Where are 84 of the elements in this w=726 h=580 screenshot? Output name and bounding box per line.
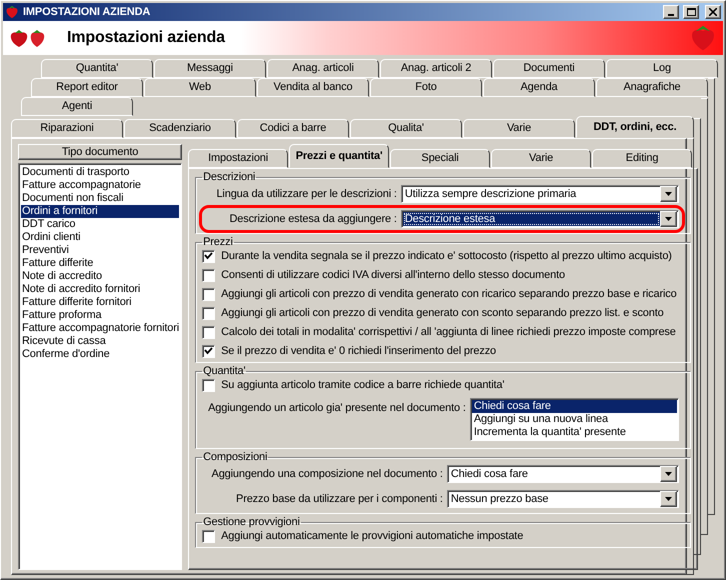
checkbox-option[interactable]: Calcolo dei totali in modalita' corrispettivi / all 'aggiunta di linee richiedi prezzo imposte comprese: [202, 324, 682, 340]
group-title: Gestione provvigioni: [202, 516, 301, 528]
list-item[interactable]: Preventivi: [21, 244, 180, 257]
settings-tab[interactable]: Varie: [463, 119, 575, 138]
settings-tab[interactable]: Riparazioni: [11, 119, 123, 138]
list-item[interactable]: Ordini clienti: [21, 231, 180, 244]
maximize-icon: [686, 8, 696, 16]
field-label: Prezzo base da utilizzare per i componenti :: [236, 493, 443, 505]
settings-tab[interactable]: Varie: [491, 149, 592, 168]
strawberry-icon: [689, 24, 717, 52]
group-title: Descrizioni: [202, 171, 256, 183]
checkbox-option[interactable]: Aggiungi gli articoli con prezzo di vendita generato con sconto separando prezzo list. e sconto: [202, 305, 682, 321]
checkbox[interactable]: [202, 288, 216, 300]
dropdown-field[interactable]: Nessun prezzo base: [446, 490, 679, 508]
settings-tab[interactable]: Foto: [370, 78, 482, 97]
settings-tab[interactable]: Impostazioni: [188, 149, 288, 168]
settings-tab[interactable]: Qualita': [350, 119, 462, 138]
window-title: IMPOSTAZIONI AZIENDA: [23, 6, 152, 18]
close-icon: [709, 8, 717, 16]
list-item[interactable]: Fatture differite: [21, 257, 180, 270]
dropdown-arrow-icon: [664, 217, 672, 221]
checkbox-option[interactable]: Durante la vendita segnala se il prezzo indicato e' sottocosto (rispetto al prezzo ultimo acquisto): [202, 248, 682, 264]
field-label: Aggiungendo un articolo gia' presente nel documento :: [208, 402, 466, 414]
list-item[interactable]: Ordini a fornitori: [21, 205, 180, 218]
settings-tab[interactable]: Report editor: [31, 78, 143, 97]
list-item[interactable]: DDT carico: [21, 218, 180, 231]
group-title: Quantita': [202, 365, 246, 377]
settings-tab[interactable]: DDT, ordini, ecc.: [576, 116, 694, 138]
close-button[interactable]: [705, 5, 721, 19]
dropdown-field[interactable]: Descrizione estesa: [400, 210, 679, 228]
group-title: Prezzi: [202, 236, 234, 248]
settings-tab[interactable]: Web: [144, 78, 256, 97]
list-item[interactable]: Documenti non fiscali: [21, 192, 180, 205]
settings-tab[interactable]: Speciali: [390, 149, 490, 168]
settings-tab[interactable]: Anag. articoli 2: [380, 59, 492, 78]
list-item[interactable]: Fatture accompagnatorie: [21, 179, 180, 192]
dropdown-arrow-icon: [664, 472, 672, 476]
settings-tab[interactable]: Agenda: [483, 78, 595, 97]
settings-tab[interactable]: Agenti: [21, 97, 133, 116]
list-item[interactable]: Fatture proforma: [21, 309, 180, 322]
list-item[interactable]: Note di accredito: [21, 270, 180, 283]
dropdown-arrow-icon: [664, 192, 672, 196]
settings-tab[interactable]: Log: [606, 59, 718, 78]
settings-tab[interactable]: Vendita al banco: [257, 78, 369, 97]
list-item[interactable]: Fatture accompagnatorie fornitori: [21, 322, 180, 335]
header-title: Impostazioni azienda: [67, 29, 226, 47]
strawberry-icon: [5, 5, 19, 19]
checkbox-option[interactable]: Aggiungi gli articoli con prezzo di vendita generato con ricarico separando prezzo base e ricarico: [202, 286, 682, 302]
checkbox[interactable]: [202, 250, 216, 262]
list-item[interactable]: Chiedi cosa fare: [472, 400, 677, 413]
list-item[interactable]: Note di accredito fornitori: [21, 283, 180, 296]
list-item[interactable]: Conferme d'ordine: [21, 348, 180, 361]
dropdown-field[interactable]: Chiedi cosa fare: [446, 465, 679, 483]
settings-tab[interactable]: Quantita': [41, 59, 153, 78]
list-item[interactable]: Fatture differite fornitori: [21, 296, 180, 309]
checkbox[interactable]: [202, 378, 216, 392]
checkbox-option[interactable]: Se il prezzo di vendita e' 0 richiedi l'inserimento del prezzo: [202, 343, 682, 359]
field-label: Aggiungendo una composizione nel documento :: [212, 468, 443, 480]
settings-tab[interactable]: Messaggi: [154, 59, 266, 78]
list-item[interactable]: Ricevute di cassa: [21, 335, 180, 348]
column-header: Tipo documento: [18, 144, 182, 160]
settings-tab[interactable]: Anag. articoli: [267, 59, 379, 78]
settings-tab[interactable]: Scadenziario: [124, 119, 236, 138]
dropdown-field[interactable]: Utilizza sempre descrizione primaria: [400, 185, 679, 203]
checkbox[interactable]: [202, 268, 216, 282]
checkbox[interactable]: [202, 530, 216, 542]
list-item[interactable]: Documenti di trasporto: [21, 166, 180, 179]
checkbox-option[interactable]: Su aggiunta articolo tramite codice a barre richiede quantita': [202, 377, 682, 393]
dropdown-arrow-icon: [664, 497, 672, 501]
checkbox[interactable]: [202, 306, 216, 320]
checkbox-option[interactable]: Consenti di utilizzare codici IVA diversi all'interno dello stesso documento: [202, 267, 682, 283]
settings-tab[interactable]: Documenti: [493, 59, 605, 78]
settings-tab[interactable]: Prezzi e quantita': [289, 144, 390, 168]
field-label: Descrizione estesa da aggiungere :: [229, 213, 397, 225]
group-title: Composizioni: [202, 451, 268, 463]
settings-tab[interactable]: Codici a barre: [237, 119, 349, 138]
maximize-button[interactable]: [683, 5, 699, 19]
minimize-button[interactable]: [663, 5, 679, 19]
checkbox-option[interactable]: Aggiungi automaticamente le provvigioni automatiche impostate: [202, 528, 682, 544]
settings-tab[interactable]: Anagrafiche: [596, 78, 708, 97]
checkbox[interactable]: [202, 344, 216, 358]
field-label: Lingua da utilizzare per le descrizioni :: [216, 188, 397, 200]
checkbox[interactable]: [202, 326, 216, 338]
settings-tab[interactable]: Editing: [592, 149, 692, 168]
